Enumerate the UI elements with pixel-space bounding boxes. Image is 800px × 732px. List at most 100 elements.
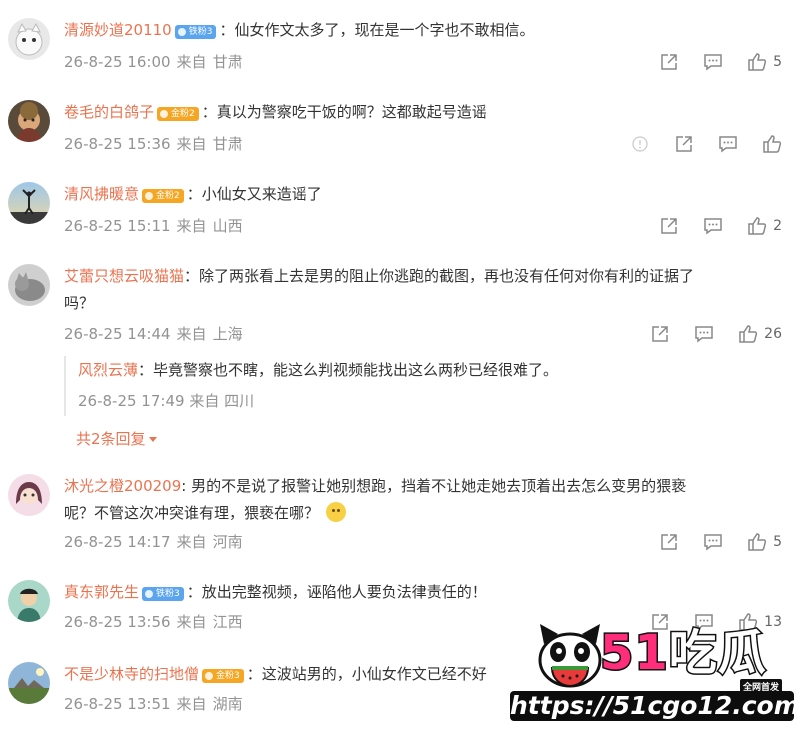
like-button[interactable]: 26 bbox=[738, 324, 782, 344]
report-button[interactable] bbox=[630, 134, 650, 154]
comment-location: 湖南 bbox=[212, 695, 243, 713]
comment-actions: 2 bbox=[635, 215, 782, 237]
fan-badge[interactable]: 铁粉3 bbox=[174, 25, 217, 39]
reply-username[interactable]: 风烈云薄 bbox=[78, 361, 138, 379]
comment-location: 甘肃 bbox=[212, 53, 243, 71]
comment-actions bbox=[606, 133, 782, 155]
avatar[interactable] bbox=[8, 182, 50, 224]
thumbs-up-icon bbox=[748, 53, 767, 71]
avatar[interactable] bbox=[8, 264, 50, 306]
username[interactable]: 清源妙道20110 bbox=[64, 21, 172, 39]
comment-location: 河南 bbox=[212, 533, 243, 551]
avatar[interactable] bbox=[8, 580, 50, 622]
comment-item: 沐光之橙200209: 男的不是说了报警让她别想跑，挡着不让她走她去顶着出去怎么… bbox=[0, 456, 800, 562]
username[interactable]: 卷毛的白鸽子 bbox=[64, 103, 154, 121]
comment-item: 清风拂暖意 金粉2 ：小仙女又来造谣了 26-8-25 15:11 来自 山西 2 bbox=[0, 164, 800, 246]
comment-button[interactable] bbox=[703, 532, 723, 552]
share-button[interactable] bbox=[674, 134, 694, 154]
comment-text-continued: 呢？不管这次冲突谁有理，猥亵在哪？ bbox=[64, 504, 320, 522]
comment-date: 26-8-25 14:17 bbox=[64, 533, 171, 551]
comment-date: 26-8-25 14:44 bbox=[64, 325, 171, 343]
comment-meta: 26-8-25 13:51 来自 湖南 bbox=[64, 695, 243, 713]
fan-badge[interactable]: 金粉2 bbox=[157, 107, 199, 121]
share-icon bbox=[661, 534, 677, 550]
fan-badge[interactable]: 金粉3 bbox=[202, 669, 244, 683]
comment-item: 清源妙道20110 铁粉3 ：仙女作文太多了，现在是一个字也不敢相信。 26-8-2… bbox=[0, 0, 800, 82]
comment-text: 放出完整视频，诬陷他人要负法律责任的！ bbox=[201, 583, 487, 601]
comment-actions: 26 bbox=[626, 323, 782, 345]
username[interactable]: 艾蕾只想云吸猫猫 bbox=[64, 267, 184, 285]
comment-location: 甘肃 bbox=[212, 135, 243, 153]
comment-text: 真以为警察吃干饭的啊？这都敢起号造谣 bbox=[216, 103, 487, 121]
comment-date: 26-8-25 15:36 bbox=[64, 135, 171, 153]
comment-actions: 5 bbox=[635, 531, 782, 553]
watermark-url: https://51cgo12.com bbox=[510, 691, 800, 721]
share-button[interactable] bbox=[659, 532, 679, 552]
mascot-logo-icon bbox=[538, 624, 602, 688]
thinking-emoji-icon bbox=[325, 502, 346, 522]
avatar[interactable] bbox=[8, 662, 50, 704]
comment-location: 山西 bbox=[212, 217, 243, 235]
comment-date: 26-8-25 13:56 bbox=[64, 613, 171, 631]
comment-text: 小仙女又来造谣了 bbox=[201, 185, 322, 203]
share-button[interactable] bbox=[650, 324, 670, 344]
avatar[interactable] bbox=[8, 100, 50, 142]
comment-location: 上海 bbox=[212, 325, 243, 343]
like-count: 5 bbox=[773, 534, 782, 550]
reply-date: 26-8-25 17:49 bbox=[78, 392, 185, 410]
comment-icon bbox=[704, 54, 722, 71]
share-icon bbox=[661, 218, 677, 234]
like-button[interactable]: 5 bbox=[747, 52, 782, 72]
comment-meta: 26-8-25 15:36 来自 甘肃 bbox=[64, 135, 243, 153]
reply-thread: 风烈云薄：毕竟警察也不瞎，能这么判视频能找出这么两秒已经很难了。 26-8-25… bbox=[64, 356, 786, 416]
comment-text: 仙女作文太多了，现在是一个字也不敢相信。 bbox=[234, 21, 535, 39]
like-button[interactable]: 5 bbox=[747, 532, 782, 552]
username[interactable]: 沐光之橙200209 bbox=[64, 477, 181, 495]
like-count: 5 bbox=[773, 54, 782, 70]
thumbs-up-icon bbox=[763, 135, 782, 153]
username[interactable]: 不是少林寺的扫地僧 bbox=[64, 665, 199, 683]
like-count: 26 bbox=[764, 326, 782, 342]
comment-button[interactable] bbox=[703, 216, 723, 236]
comment-meta: 26-8-25 14:44 来自 上海 bbox=[64, 325, 243, 343]
share-icon bbox=[676, 136, 692, 152]
reply-text: 毕竟警察也不瞎，能这么判视频能找出这么两秒已经很难了。 bbox=[153, 361, 559, 379]
comment-text: 除了两张看上去是男的阻止你逃跑的截图，再也没有任何对你有利的证据了 bbox=[199, 267, 695, 285]
comment-meta: 26-8-25 14:17 来自 河南 bbox=[64, 533, 243, 551]
comment-date: 26-8-25 13:51 bbox=[64, 695, 171, 713]
avatar[interactable] bbox=[8, 474, 50, 516]
fan-badge[interactable]: 金粉2 bbox=[142, 189, 184, 203]
like-button[interactable]: 2 bbox=[747, 216, 782, 236]
like-button[interactable] bbox=[762, 134, 782, 154]
thumbs-up-icon bbox=[739, 325, 758, 343]
reply-meta: 26-8-25 17:49 来自 四川 bbox=[78, 392, 255, 410]
comment-actions: 5 bbox=[635, 51, 782, 73]
comment-date: 26-8-25 15:11 bbox=[64, 217, 171, 235]
avatar[interactable] bbox=[8, 18, 50, 60]
more-replies-link[interactable]: 共2条回复 bbox=[76, 428, 157, 449]
share-button[interactable] bbox=[659, 52, 679, 72]
comment-icon bbox=[704, 534, 722, 551]
fan-badge[interactable]: 铁粉3 bbox=[142, 587, 184, 601]
share-button[interactable] bbox=[659, 216, 679, 236]
comment-meta: 26-8-25 16:00 来自 甘肃 bbox=[64, 53, 243, 71]
share-icon bbox=[652, 326, 668, 342]
thumbs-up-icon bbox=[748, 217, 767, 235]
comment-meta: 26-8-25 13:56 来自 江西 bbox=[64, 613, 243, 631]
comment-item: 卷毛的白鸽子 金粉2 ：真以为警察吃干饭的啊？这都敢起号造谣 26-8-25 15:… bbox=[0, 82, 800, 164]
comment-text: 这波站男的，小仙女作文已经不好 bbox=[261, 665, 487, 683]
like-count: 2 bbox=[773, 218, 782, 234]
comment-text: 男的不是说了报警让她别想跑，挡着不让她走她去顶着出去怎么变男的猥亵 bbox=[191, 477, 687, 495]
comment-button[interactable] bbox=[718, 134, 738, 154]
caret-down-icon bbox=[148, 437, 157, 442]
comment-icon bbox=[719, 136, 737, 153]
reply-location: 四川 bbox=[224, 392, 255, 410]
comment-button[interactable] bbox=[694, 324, 714, 344]
watermark-title: 51吃瓜 bbox=[599, 625, 768, 682]
username[interactable]: 清风拂暖意 bbox=[64, 185, 139, 203]
username[interactable]: 真东郭先生 bbox=[64, 583, 139, 601]
comment-item: 艾蕾只想云吸猫猫：除了两张看上去是男的阻止你逃跑的截图，再也没有任何对你有利的证… bbox=[0, 246, 800, 456]
share-icon bbox=[661, 54, 677, 70]
comment-button[interactable] bbox=[703, 52, 723, 72]
report-icon bbox=[632, 136, 648, 152]
